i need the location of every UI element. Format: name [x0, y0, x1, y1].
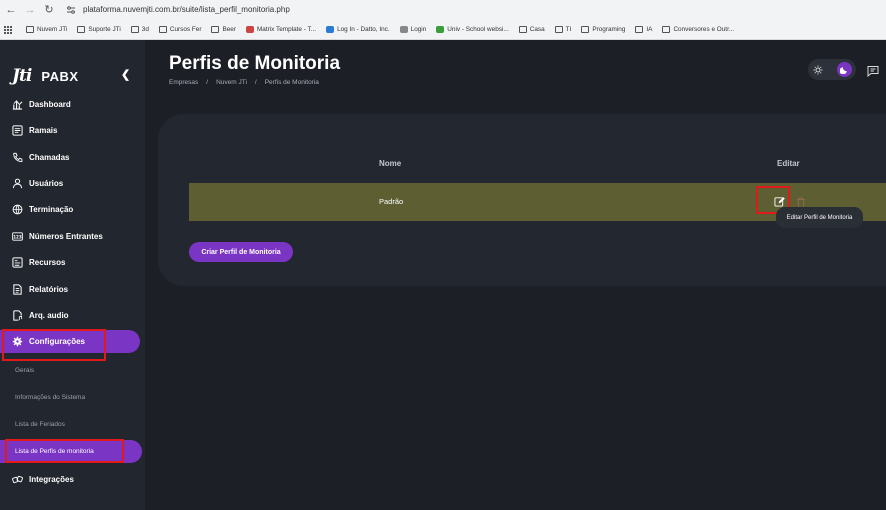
folder-icon	[77, 26, 86, 33]
bookmark[interactable]: Login	[399, 26, 426, 33]
integration-icon	[12, 474, 23, 485]
submenu-item-gerais[interactable]: Gerais	[15, 367, 34, 374]
sidebar-item-dashboard[interactable]: Dashboard	[12, 95, 71, 113]
apps-icon[interactable]	[4, 25, 12, 34]
sidebar-item-ramais[interactable]: Ramais	[12, 121, 57, 139]
bookmark[interactable]: Cursos Fer	[158, 26, 201, 33]
sidebar-item-integracoes[interactable]: Integrações	[12, 470, 74, 488]
breadcrumb-separator: /	[206, 79, 209, 86]
browser-chrome: ← → ↻ plataforma.nuvemjti.com.br/suite/l…	[0, 0, 886, 40]
sun-icon[interactable]	[812, 64, 823, 75]
brand-name: PABX	[41, 68, 79, 84]
ramais-icon	[12, 124, 23, 136]
sidebar: Jti PABX ❮ Dashboard Ramais Chamadas Usu…	[0, 40, 145, 510]
folder-icon	[518, 26, 527, 33]
page-icon	[436, 26, 445, 33]
submenu-item-informacoes-sistema[interactable]: Informações do Sistema	[15, 394, 85, 401]
resources-icon	[12, 256, 23, 268]
breadcrumb: Empresas / Nuvem JTi / Perfis de Monitor…	[169, 79, 319, 86]
bookmark[interactable]: Casa	[518, 26, 545, 33]
folder-icon	[211, 26, 220, 33]
bookmarks-bar: Nuvem JTi Suporte JTi 3d Cursos Fer Beer…	[0, 21, 886, 38]
page-icon	[245, 26, 254, 33]
main-content: Perfis de Monitoria Empresas / Nuvem JTi…	[145, 40, 886, 510]
folder-icon	[554, 26, 563, 33]
moon-icon[interactable]	[837, 62, 852, 77]
sidebar-item-recursos[interactable]: Recursos	[12, 253, 65, 271]
numbers-icon: 123	[12, 231, 23, 242]
page-icon	[326, 26, 335, 33]
column-header-editar: Editar	[777, 159, 800, 168]
sidebar-item-usuarios[interactable]: Usuários	[12, 174, 63, 192]
bookmark[interactable]: Programing	[581, 26, 625, 33]
brand[interactable]: Jti PABX	[12, 66, 79, 86]
back-icon[interactable]: ←	[3, 2, 19, 18]
edit-tooltip: Editar Perfil de Monitoria	[776, 207, 863, 228]
bookmark[interactable]: Matrix Template - T...	[245, 26, 316, 33]
bookmark[interactable]: TI	[554, 26, 571, 33]
globe-icon	[12, 204, 23, 215]
bookmark[interactable]: 3d	[130, 26, 149, 33]
theme-toggle[interactable]	[808, 59, 856, 80]
sidebar-item-relatorios[interactable]: Relatórios	[12, 280, 68, 298]
sidebar-item-arq-audio[interactable]: Arq. audio	[12, 306, 69, 324]
header-actions	[808, 59, 886, 80]
bookmark[interactable]: Conversores e Outr...	[662, 26, 734, 33]
audio-file-icon	[12, 309, 23, 321]
breadcrumb-separator: /	[254, 79, 257, 86]
sidebar-item-terminacao[interactable]: Terminação	[12, 200, 73, 218]
logo: Jti	[12, 66, 32, 86]
sidebar-item-numeros-entrantes[interactable]: 123 Números Entrantes	[12, 227, 103, 245]
column-header-nome[interactable]: Nome	[379, 159, 401, 168]
annotation-highlight-lista-perfis	[5, 439, 124, 463]
submenu-item-lista-feriados[interactable]: Lista de Feriados	[15, 421, 65, 428]
collapse-sidebar-icon[interactable]: ❮	[121, 68, 130, 81]
annotation-highlight-configuracoes	[2, 329, 106, 361]
sidebar-item-chamadas[interactable]: Chamadas	[12, 148, 69, 166]
user-icon	[12, 178, 23, 189]
address-bar[interactable]: plataforma.nuvemjti.com.br/suite/lista_p…	[83, 5, 290, 14]
bookmark[interactable]: Log In - Datto, Inc.	[326, 26, 390, 33]
row-name: Padrão	[379, 197, 404, 206]
svg-text:123: 123	[13, 234, 22, 239]
bookmark[interactable]: Univ - School websi...	[436, 26, 509, 33]
page-title: Perfis de Monitoria	[169, 53, 341, 74]
bookmark[interactable]: IA	[635, 26, 652, 33]
create-profile-button[interactable]: Criar Perfil de Monitoria	[189, 242, 293, 262]
bookmark[interactable]: Suporte JTi	[77, 26, 121, 33]
chat-icon[interactable]	[867, 64, 879, 77]
page-icon	[399, 26, 408, 33]
breadcrumb-empresas[interactable]: Empresas	[169, 79, 198, 86]
reload-icon[interactable]: ↻	[41, 2, 57, 18]
bookmark[interactable]: Nuvem JTi	[26, 26, 67, 33]
site-settings-icon[interactable]	[65, 4, 77, 16]
folder-icon	[158, 26, 167, 33]
folder-icon	[26, 26, 34, 33]
breadcrumb-current: Perfis de Monitoria	[264, 79, 319, 86]
forward-icon[interactable]: →	[22, 2, 38, 18]
folder-icon	[581, 26, 590, 33]
phone-icon	[12, 152, 23, 163]
breadcrumb-nuvem-jti[interactable]: Nuvem JTi	[216, 79, 247, 86]
address-bar-row: ← → ↻ plataforma.nuvemjti.com.br/suite/l…	[0, 0, 886, 19]
folder-icon	[130, 26, 139, 33]
dashboard-icon	[12, 99, 23, 110]
report-icon	[12, 283, 23, 295]
folder-icon	[662, 26, 671, 33]
folder-icon	[635, 26, 644, 33]
bookmark[interactable]: Beer	[211, 26, 236, 33]
trash-icon[interactable]	[796, 195, 806, 208]
